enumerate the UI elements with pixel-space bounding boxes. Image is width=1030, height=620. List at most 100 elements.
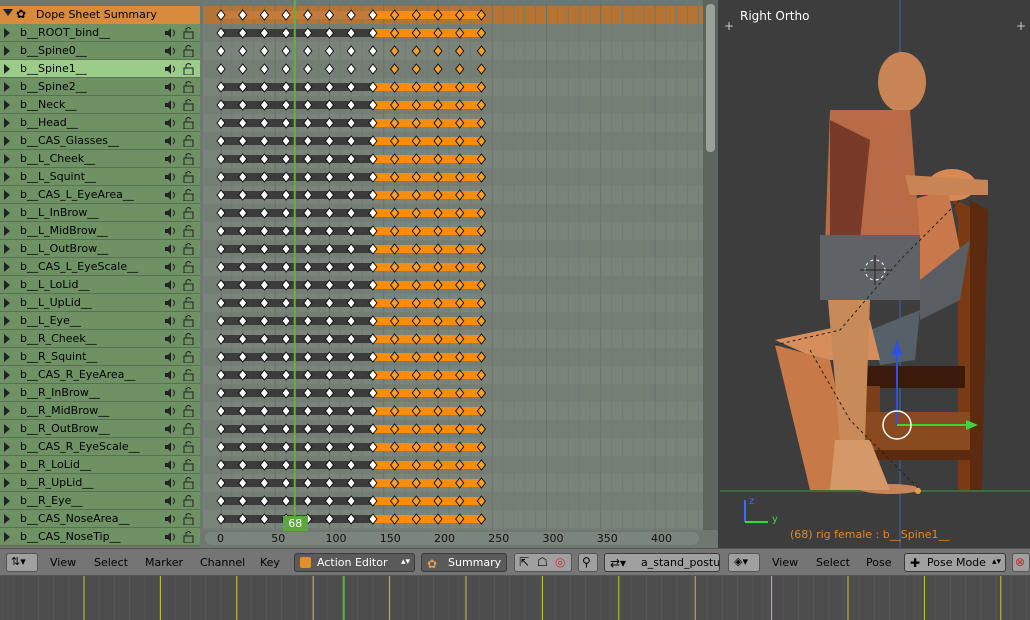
lock-icon[interactable] (183, 351, 194, 363)
interaction-mode-dropdown[interactable]: ✚ Pose Mode ▴▾ (904, 553, 1006, 572)
channel-row[interactable]: b__CAS_R_EyeScale__ (0, 438, 200, 456)
expand-triangle-icon[interactable] (4, 208, 10, 218)
speaker-icon[interactable] (165, 298, 177, 308)
speaker-icon[interactable] (165, 262, 177, 272)
timeline-canvas[interactable] (0, 576, 1030, 620)
viewport-canvas[interactable]: z y + + (720, 0, 1030, 548)
channel-row[interactable]: b__R_InBrow__ (0, 384, 200, 402)
action-selector[interactable]: ⇄▾ a_stand_posture (604, 553, 720, 572)
expand-triangle-icon[interactable] (4, 46, 10, 56)
channel-row[interactable]: b__CAS_R_EyeArea__ (0, 366, 200, 384)
channel-row[interactable]: b__L_Squint__ (0, 168, 200, 186)
expand-triangle-icon[interactable] (4, 406, 10, 416)
expand-triangle-icon[interactable] (4, 334, 10, 344)
lock-icon[interactable] (183, 81, 194, 93)
lock-icon[interactable] (183, 99, 194, 111)
menu-marker[interactable]: Marker (145, 556, 183, 569)
speaker-icon[interactable] (165, 172, 177, 182)
menu-key[interactable]: Key (260, 556, 280, 569)
speaker-icon[interactable] (165, 28, 177, 38)
expand-triangle-icon[interactable] (4, 28, 10, 38)
frame-ruler[interactable]: 0 50 100 150 200 250 300 350 400 (203, 530, 703, 548)
speaker-icon[interactable] (165, 460, 177, 470)
speaker-icon[interactable] (165, 442, 177, 452)
expand-triangle-icon[interactable] (4, 136, 10, 146)
speaker-icon[interactable] (165, 82, 177, 92)
expand-triangle-icon[interactable] (4, 352, 10, 362)
timeline-strip[interactable] (0, 576, 1030, 620)
channel-row[interactable]: b__L_LoLid__ (0, 276, 200, 294)
lock-icon[interactable] (183, 369, 194, 381)
summary-toggle[interactable]: ✿ Summary (421, 553, 507, 572)
channel-row[interactable]: b__Spine2__ (0, 78, 200, 96)
channel-row[interactable]: b__R_MidBrow__ (0, 402, 200, 420)
expand-triangle-icon[interactable] (4, 190, 10, 200)
shading-button[interactable]: ⊗ (1012, 553, 1030, 572)
lock-icon[interactable] (183, 495, 194, 507)
channel-row[interactable]: b__R_Squint__ (0, 348, 200, 366)
menu-select[interactable]: Select (94, 556, 128, 569)
expand-triangle-icon[interactable] (4, 154, 10, 164)
expand-triangle-icon[interactable] (4, 514, 10, 524)
expand-triangle-icon[interactable] (4, 118, 10, 128)
speaker-icon[interactable] (165, 352, 177, 362)
current-frame-indicator[interactable]: 68 (282, 516, 308, 531)
speaker-icon[interactable] (165, 154, 177, 164)
vertical-scrollbar[interactable] (703, 0, 718, 530)
lock-icon[interactable] (183, 405, 194, 417)
expand-triangle-icon[interactable] (4, 496, 10, 506)
lock-icon[interactable] (183, 45, 194, 57)
speaker-icon[interactable] (165, 496, 177, 506)
speaker-icon[interactable] (165, 226, 177, 236)
speaker-icon[interactable] (165, 370, 177, 380)
expand-triangle-icon[interactable] (4, 298, 10, 308)
channel-row[interactable]: b__L_UpLid__ (0, 294, 200, 312)
keyframe-area[interactable] (203, 0, 703, 530)
lock-icon[interactable] (183, 297, 194, 309)
speaker-icon[interactable] (165, 208, 177, 218)
speaker-icon[interactable] (165, 280, 177, 290)
speaker-icon[interactable] (165, 46, 177, 56)
speaker-icon[interactable] (165, 64, 177, 74)
channel-row[interactable]: b__R_Cheek__ (0, 330, 200, 348)
lock-icon[interactable] (183, 459, 194, 471)
search-button[interactable]: ⚲ (578, 553, 598, 572)
expand-triangle-icon[interactable] (4, 478, 10, 488)
channel-row[interactable]: b__CAS_L_EyeScale__ (0, 258, 200, 276)
viewport-menu-view[interactable]: View (772, 556, 798, 569)
lock-icon[interactable] (183, 279, 194, 291)
3d-viewport[interactable]: z y + + Right Ortho (68) rig female : b_… (720, 0, 1030, 548)
expand-triangle-icon[interactable] (4, 262, 10, 272)
channel-row[interactable]: b__CAS_NoseArea__ (0, 510, 200, 528)
lock-icon[interactable] (183, 423, 194, 435)
channel-row[interactable]: b__CAS_Glasses__ (0, 132, 200, 150)
speaker-icon[interactable] (165, 478, 177, 488)
speaker-icon[interactable] (165, 190, 177, 200)
channel-row[interactable]: b__L_Eye__ (0, 312, 200, 330)
scrollbar-thumb[interactable] (706, 4, 715, 152)
expand-triangle-icon[interactable] (4, 100, 10, 110)
menu-view[interactable]: View (50, 556, 76, 569)
channel-row[interactable]: b__R_Eye__ (0, 492, 200, 510)
channel-row[interactable]: b__Head__ (0, 114, 200, 132)
speaker-icon[interactable] (165, 334, 177, 344)
expand-triangle-icon[interactable] (4, 64, 10, 74)
speaker-icon[interactable] (165, 316, 177, 326)
channel-row[interactable]: b__L_Cheek__ (0, 150, 200, 168)
lock-icon[interactable] (183, 513, 194, 525)
channel-row[interactable]: b__R_UpLid__ (0, 474, 200, 492)
lock-icon[interactable] (183, 27, 194, 39)
lock-icon[interactable] (183, 117, 194, 129)
lock-icon[interactable] (183, 333, 194, 345)
expand-triangle-icon[interactable] (4, 388, 10, 398)
speaker-icon[interactable] (165, 244, 177, 254)
speaker-icon[interactable] (165, 532, 177, 542)
filter-buttons[interactable]: ⇱ ☖ ◎ (514, 553, 572, 572)
lock-icon[interactable] (183, 243, 194, 255)
expand-triangle-icon[interactable] (4, 226, 10, 236)
lock-icon[interactable] (183, 477, 194, 489)
speaker-icon[interactable] (165, 100, 177, 110)
channel-row[interactable]: b__R_OutBrow__ (0, 420, 200, 438)
expand-triangle-icon[interactable] (4, 172, 10, 182)
lock-icon[interactable] (183, 531, 194, 543)
